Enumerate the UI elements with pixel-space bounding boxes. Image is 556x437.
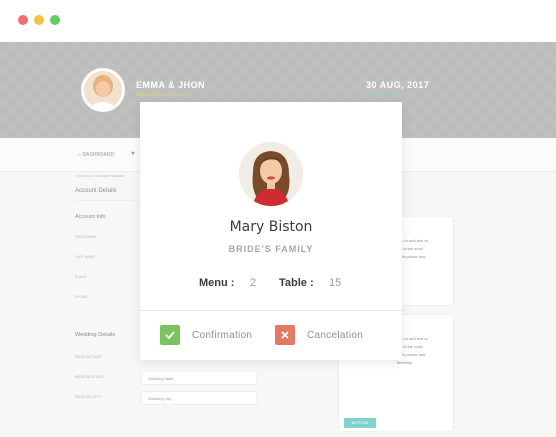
minimize-window-dot[interactable] — [34, 15, 44, 25]
info-card-line: flexibility — [397, 360, 413, 365]
couple-name: EMMA & JHON — [136, 80, 206, 90]
home-icon: ⌂ — [78, 152, 82, 158]
wedding-date: 30 AUG, 2017 — [366, 80, 430, 90]
menu-value: 2 — [250, 277, 257, 289]
wedding-state-input[interactable]: Wedding state — [141, 371, 257, 385]
wedding-date-label: WEDDING DATE — [75, 355, 102, 359]
app-window: EMMA & JHON Welcome back couple, user! 3… — [0, 0, 556, 437]
breadcrumb-root[interactable]: DASHBOARD — [75, 174, 94, 178]
divider — [75, 200, 137, 201]
close-icon — [275, 325, 295, 345]
wedding-state-value: Wedding state — [148, 376, 174, 381]
wedding-details-title: Wedding Details — [75, 332, 115, 338]
cancelation-button[interactable]: Cancelation — [275, 325, 363, 345]
wedding-date-caption: WEDDING DATE — [366, 92, 397, 97]
nav-item-dashboard[interactable]: ⌂ DASHBOARD — [78, 152, 114, 158]
confirmation-label: Confirmation — [192, 329, 253, 341]
first-name-label: FIRST NAME — [75, 235, 97, 239]
cancelation-label: Cancelation — [307, 329, 364, 341]
close-window-dot[interactable] — [18, 15, 28, 25]
email-label: E-MAIL — [75, 275, 87, 279]
last-name-label: LAST NAME — [75, 255, 95, 259]
wedding-state-label: WEDDING STATE — [75, 375, 104, 379]
buttons-button[interactable]: BUTTONS — [344, 418, 376, 428]
account-details-title: Account Details — [75, 188, 117, 194]
welcome-text: Welcome back couple, user! — [136, 92, 187, 97]
confirmation-button[interactable]: Confirmation — [160, 325, 252, 345]
guest-family: BRIDE'S FAMILY — [228, 244, 314, 254]
account-info-title: Account Info — [75, 214, 106, 220]
wedding-city-value: Wedding city — [148, 396, 171, 401]
menu-label: Menu : — [199, 277, 235, 289]
check-icon — [160, 325, 180, 345]
breadcrumb-current: ACCOUNT DETAILS — [96, 174, 125, 178]
modal-divider — [140, 310, 402, 311]
guest-name: Mary Biston — [229, 219, 313, 235]
phone-label: PHONE — [75, 295, 88, 299]
table-label: Table : — [279, 277, 314, 289]
heart-icon[interactable]: ♥ — [131, 151, 135, 157]
maximize-window-dot[interactable] — [50, 15, 60, 25]
nav-item-dashboard-label: DASHBOARD — [82, 152, 115, 158]
couple-avatar[interactable] — [81, 68, 125, 112]
wedding-city-label: WEDDING CITY — [75, 395, 101, 399]
window-titlebar — [0, 0, 556, 42]
guest-avatar — [239, 142, 303, 206]
guest-detail-modal: Mary Biston BRIDE'S FAMILY Menu : 2 Tabl… — [140, 102, 402, 360]
table-value: 15 — [329, 277, 342, 289]
wedding-city-input[interactable]: Wedding city — [141, 391, 257, 405]
breadcrumb: DASHBOARD / ACCOUNT DETAILS — [75, 174, 124, 178]
